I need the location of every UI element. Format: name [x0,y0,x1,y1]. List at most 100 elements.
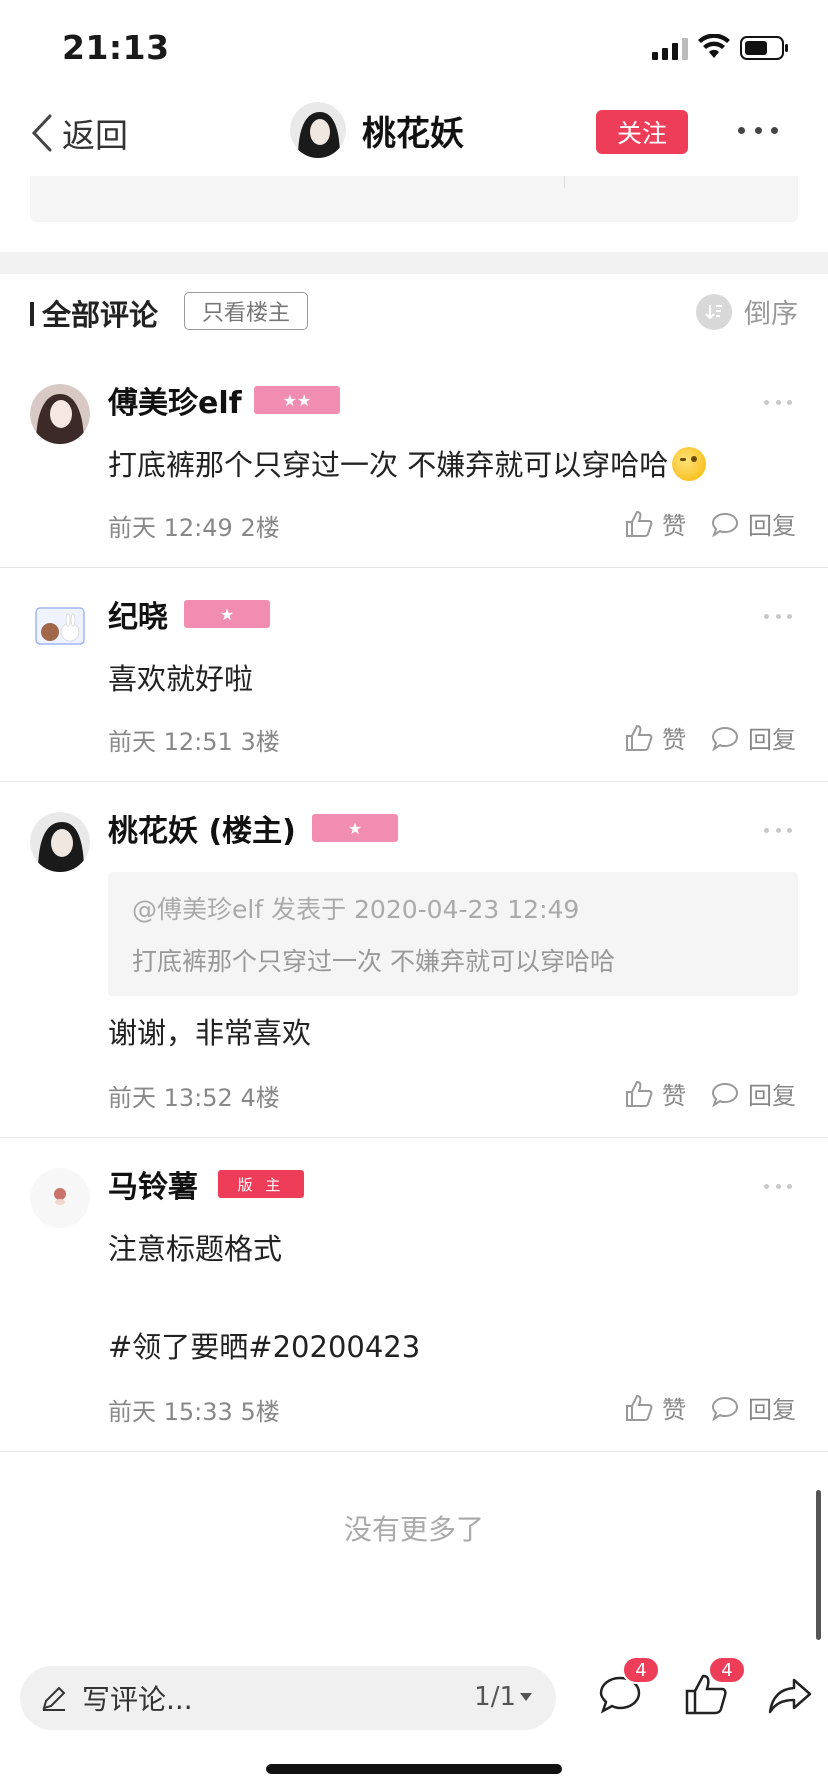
comment-time: 前天 13:52 [108,1084,233,1112]
comment-time: 前天 12:49 [108,514,233,542]
comments-button[interactable]: 4 [596,1656,660,1718]
share-arrow-icon [768,1678,812,1714]
like-count-badge: 4 [708,1656,746,1684]
home-indicator [266,1764,562,1774]
comment-floor: 5楼 [240,1398,280,1426]
like-post-button[interactable]: 4 [682,1656,746,1718]
commenter-name[interactable]: 桃花妖 (楼主) [108,806,296,850]
commenter-name[interactable]: 纪晓 [108,592,168,636]
comment-placeholder: 写评论... [82,1683,193,1716]
comment-actions: 赞 回复 [624,1390,796,1425]
status-bar: 21:13 [0,0,828,96]
comment-text: 谢谢，非常喜欢 [108,1016,312,1050]
sort-icon [696,293,732,330]
more-options-icon[interactable] [738,120,778,140]
follow-button[interactable]: 关注 [596,110,688,154]
comment-item: 傅美珍elf ★★ 打底裤那个只穿过一次 不嫌弃就可以穿哈哈 前天 12:49 … [0,354,828,568]
pencil-icon [42,1686,66,1711]
comment-meta: 前天 12:51 3楼 [108,722,280,757]
no-more-text: 没有更多了 [343,1513,484,1546]
comment-bubble-icon [711,512,739,537]
commenter-name[interactable]: 傅美珍elf [108,378,242,422]
quoted-comment[interactable]: @傅美珍elf 发表于 2020-04-23 12:49 打底裤那个只穿过一次 … [108,872,798,996]
page-selector[interactable]: 1/1 [474,1682,532,1712]
nav-author[interactable]: 桃花妖 [290,102,464,158]
moderator-badge: 版 主 [218,1170,304,1198]
comment-text-row: 打底裤那个只穿过一次 不嫌弃就可以穿哈哈 [108,442,707,484]
comment-actions: 赞 回复 [624,720,796,755]
comment-hashtag[interactable]: #领了要晒#20200423 [108,1324,420,1366]
reply-button[interactable]: 回复 [710,1390,796,1425]
back-button[interactable]: 返回 [30,110,128,156]
comment-item: 马铃薯 版 主 注意标题格式 #领了要晒#20200423 前天 15:33 5… [0,1138,828,1452]
comment-text: 注意标题格式 [108,1232,283,1266]
comment-meta: 前天 15:33 5楼 [108,1392,280,1427]
reply-label: 回复 [748,726,796,754]
thumbs-up-icon [626,1080,653,1107]
comment-more-icon[interactable] [764,614,792,620]
comment-bubble-icon [711,1396,739,1421]
reply-label: 回复 [748,512,796,540]
battery-icon [740,36,788,60]
comment-more-icon[interactable] [764,828,792,834]
comment-count-badge: 4 [622,1656,660,1684]
comment-meta: 前天 13:52 4楼 [108,1078,280,1113]
comment-more-icon[interactable] [764,400,792,406]
author-avatar [290,102,346,158]
chevron-left-icon [31,114,52,152]
comments-header: 全部评论 只看楼主 倒序 [0,274,828,354]
comment-text: 喜欢就好啦 [108,662,254,696]
thumbs-up-icon [626,1394,653,1421]
commenter-avatar[interactable] [30,812,90,872]
share-button[interactable] [766,1670,814,1718]
comment-item: 纪晓 ★ 喜欢就好啦 前天 12:51 3楼 赞 回复 [0,568,828,782]
comment-actions: 赞 回复 [624,506,796,541]
like-button[interactable]: 赞 [624,1390,686,1425]
commenter-avatar[interactable] [30,598,90,658]
reply-button[interactable]: 回复 [710,1076,796,1111]
like-button[interactable]: 赞 [624,1076,686,1111]
like-button[interactable]: 赞 [624,506,686,541]
commenter-avatar[interactable] [30,384,90,444]
nav-bar: 返回 桃花妖 关注 [0,96,828,170]
comment-time: 前天 12:51 [108,728,233,756]
commenter-name[interactable]: 马铃薯 [108,1162,198,1206]
post-card-remnant [30,176,798,222]
commenter-avatar[interactable] [30,1168,90,1228]
comment-bubble-icon [711,1082,739,1107]
page-title: 桃花妖 [362,113,464,154]
comment-more-icon[interactable] [764,1184,792,1190]
write-comment-input[interactable]: 写评论... 1/1 [20,1666,556,1730]
reply-button[interactable]: 回复 [710,506,796,541]
sort-button[interactable]: 倒序 [696,292,798,331]
level-badge: ★★ [254,386,340,414]
thumbs-up-icon [626,510,653,537]
like-label: 赞 [662,512,686,540]
reply-label: 回复 [748,1396,796,1424]
cellular-signal-icon [652,38,688,60]
like-label: 赞 [662,1396,686,1424]
level-badge: ★ [184,600,270,628]
comment-floor: 4楼 [240,1084,280,1112]
thumbs-up-icon [626,724,653,751]
wink-emoji-icon [672,447,707,481]
page-indicator: 1/1 [474,1682,516,1712]
reply-button[interactable]: 回复 [710,720,796,755]
like-label: 赞 [662,1082,686,1110]
comment-time: 前天 15:33 [108,1398,233,1426]
level-badge: ★ [312,814,398,842]
caret-down-icon [520,1693,532,1701]
wifi-icon [698,34,730,58]
sort-label: 倒序 [744,299,798,330]
only-op-button[interactable]: 只看楼主 [184,292,308,330]
scrollbar[interactable] [816,1490,821,1640]
comments-title: 全部评论 [42,298,159,332]
comment-floor: 3楼 [240,728,280,756]
quote-text: 打底裤那个只穿过一次 不嫌弃就可以穿哈哈 [132,947,615,976]
comment-bubble-icon [711,726,739,751]
comment-item: 桃花妖 (楼主) ★ @傅美珍elf 发表于 2020-04-23 12:49 … [0,782,828,1138]
comment-text: 打底裤那个只穿过一次 不嫌弃就可以穿哈哈 [108,448,669,482]
like-button[interactable]: 赞 [624,720,686,755]
comment-actions: 赞 回复 [624,1076,796,1111]
comment-meta: 前天 12:49 2楼 [108,508,280,543]
